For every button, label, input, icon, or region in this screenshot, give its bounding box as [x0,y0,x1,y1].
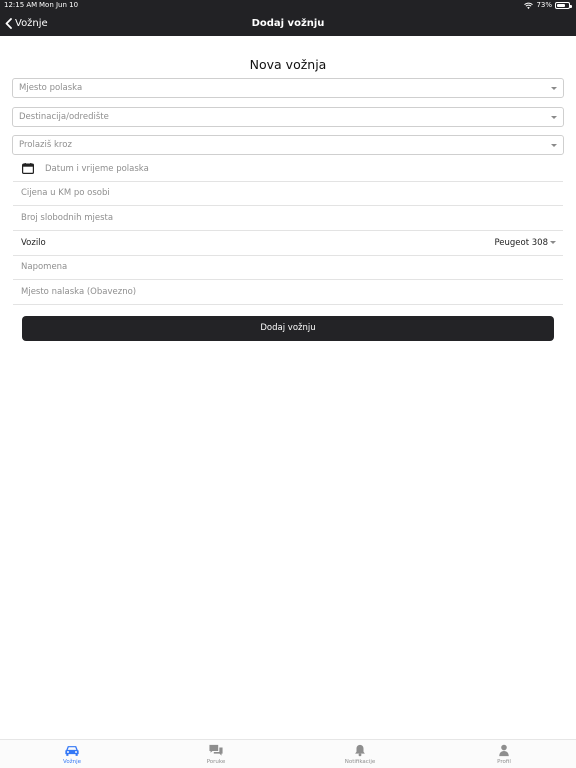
bell-icon [355,744,365,757]
tab-bar: Vožnje Poruke Notifikacije Profil [0,739,576,768]
meeting-point-placeholder: Mjesto nalaska (Obavezno) [21,287,137,297]
caret-down-icon [551,116,557,119]
vehicle-select[interactable]: Vozilo Peugeot 308 [13,231,563,256]
caret-down-icon [550,241,556,244]
datetime-field[interactable]: Datum i vrijeme polaska [13,157,563,182]
form-title: Nova vožnja [249,57,327,72]
caret-down-icon [551,144,557,147]
page-title: Dodaj vožnju [251,18,325,29]
battery-percent: 73% [536,1,552,9]
tab-label: Vožnje [63,759,81,765]
tab-rides[interactable]: Vožnje [0,740,144,768]
chevron-left-icon [5,18,12,29]
add-ride-button[interactable]: Dodaj vožnju [22,316,554,341]
car-icon [65,746,79,756]
meeting-point-input[interactable]: Mjesto nalaska (Obavezno) [13,280,563,305]
status-indicators: 73% [524,0,572,11]
wifi-icon [524,2,534,9]
seats-placeholder: Broj slobodnih mjesta [21,213,114,223]
tab-label: Poruke [206,759,226,765]
battery-fill [557,4,566,7]
note-placeholder: Napomena [21,262,68,272]
tab-messages[interactable]: Poruke [144,740,288,768]
via-select[interactable]: Prolaziš kroz [12,135,564,155]
departure-placeholder: Mjesto polaska [19,83,83,93]
status-time: 12:15 AM [4,1,38,9]
departure-select[interactable]: Mjesto polaska [12,78,564,98]
note-input[interactable]: Napomena [13,255,563,280]
destination-select[interactable]: Destinacija/odredište [12,107,564,127]
back-label: Vožnje [15,18,48,29]
navigation-bar: Vožnje Dodaj vožnju [0,11,576,36]
destination-placeholder: Destinacija/odredište [19,112,109,122]
tab-label: Profil [497,759,511,765]
datetime-placeholder: Datum i vrijeme polaska [45,164,149,174]
seats-input[interactable]: Broj slobodnih mjesta [13,206,563,231]
price-placeholder: Cijena u KM po osobi [21,188,110,198]
battery-icon [555,2,572,9]
status-date: Mon Jun 10 [39,1,79,9]
price-input[interactable]: Cijena u KM po osobi [13,181,563,206]
tab-label: Notifikacije [344,759,376,765]
tab-profile[interactable]: Profil [432,740,576,768]
tab-notifications[interactable]: Notifikacije [288,740,432,768]
person-icon [499,744,509,757]
caret-down-icon [551,87,557,90]
status-bar: 12:15 AM Mon Jun 10 73% [0,0,576,11]
back-button[interactable]: Vožnje [5,11,48,36]
vehicle-label: Vozilo [21,238,46,248]
via-placeholder: Prolaziš kroz [19,140,72,150]
calendar-icon [22,163,34,174]
chat-bubbles-icon [209,744,223,756]
vehicle-value: Peugeot 308 [494,238,548,248]
screen: 12:15 AM Mon Jun 10 73% Vožnje Dodaj vož… [0,0,576,768]
